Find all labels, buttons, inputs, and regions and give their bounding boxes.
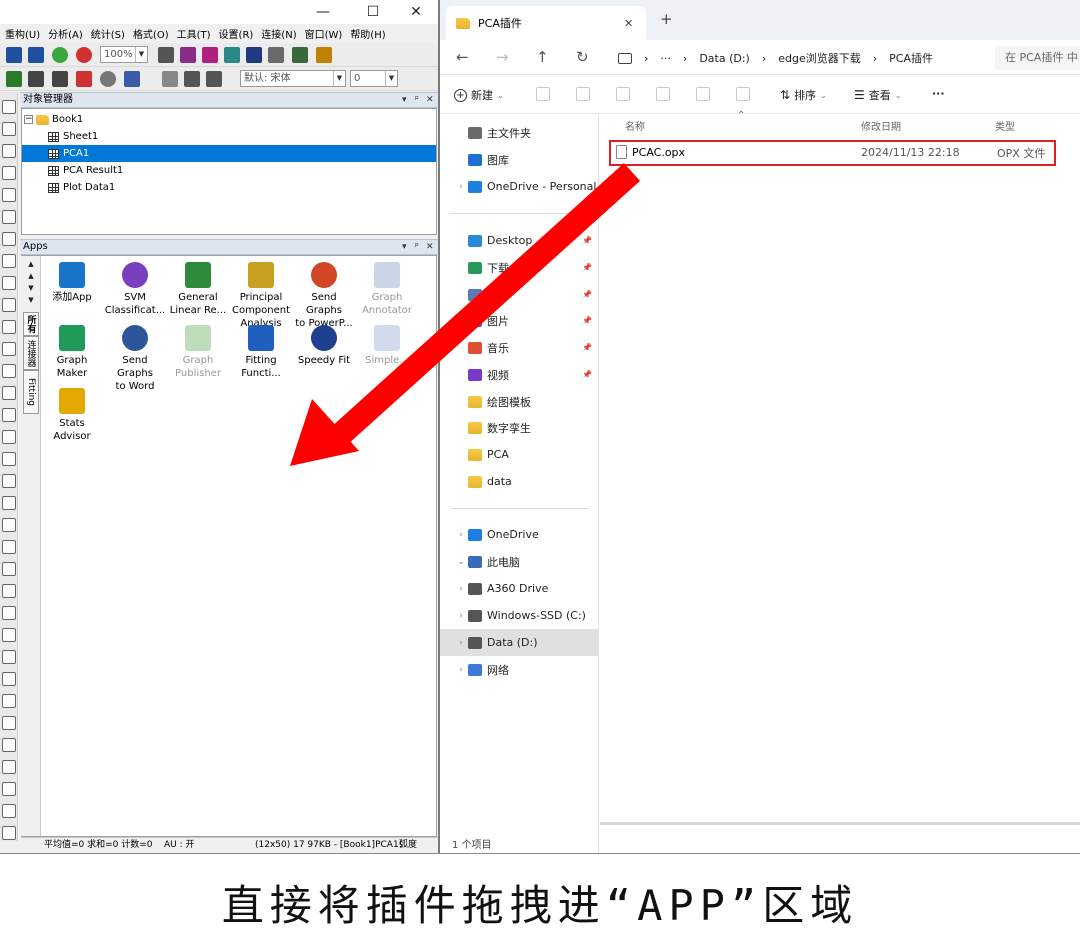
drag-arrow-overlay [290,163,641,466]
caption-text: 直接将插件拖拽进“APP”区域 [221,881,859,930]
instruction-caption: 直接将插件拖拽进“APP”区域 [0,853,1080,951]
drag-arrow-shaft [319,163,641,455]
